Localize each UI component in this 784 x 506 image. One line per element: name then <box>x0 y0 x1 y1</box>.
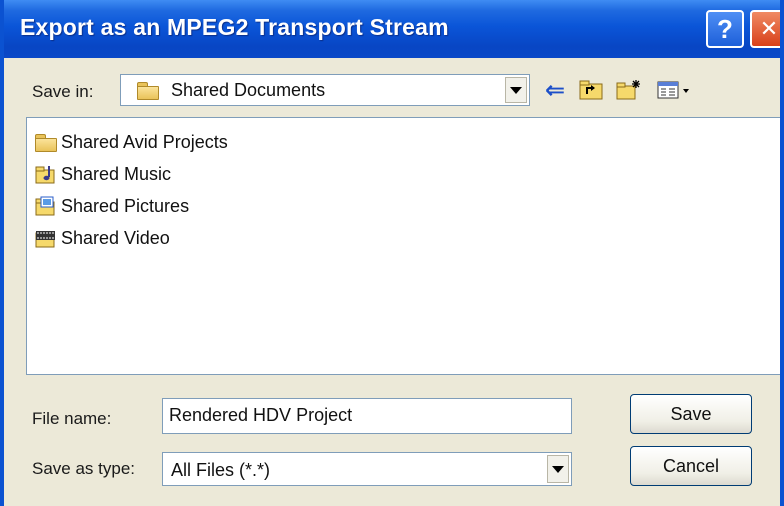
export-dialog: Export as an MPEG2 Transport Stream ? ✕ … <box>0 0 784 506</box>
file-name-value: Rendered HDV Project <box>169 405 353 425</box>
folder-icon <box>35 133 57 152</box>
close-icon: ✕ <box>759 16 779 41</box>
list-item[interactable]: Shared Avid Projects <box>35 129 228 155</box>
music-folder-icon <box>35 164 57 184</box>
title-bar[interactable]: Export as an MPEG2 Transport Stream ? ✕ <box>4 0 780 58</box>
cancel-button[interactable]: Cancel <box>630 446 752 486</box>
save-button[interactable]: Save <box>630 394 752 434</box>
list-item[interactable]: Shared Music <box>35 161 171 187</box>
chevron-down-icon[interactable] <box>547 455 569 483</box>
folder-icon <box>137 82 159 100</box>
chevron-down-icon[interactable] <box>505 77 527 103</box>
view-menu-icon[interactable] <box>656 77 692 103</box>
up-folder-icon[interactable] <box>578 77 604 103</box>
file-name-label: File name: <box>32 409 112 428</box>
save-in-label: Save in: <box>32 82 94 101</box>
save-as-type-dropdown[interactable]: All Files (*.*) <box>162 452 572 486</box>
save-in-dropdown[interactable]: Shared Documents <box>120 74 530 106</box>
save-as-type-label: Save as type: <box>32 459 136 478</box>
back-arrow-icon[interactable]: ⇐ <box>542 77 568 104</box>
new-folder-icon[interactable] <box>616 77 642 103</box>
save-in-value: Shared Documents <box>171 80 326 100</box>
list-item[interactable]: Shared Pictures <box>35 193 189 219</box>
file-list[interactable]: Shared Avid Projects Shared Music Shared… <box>26 117 780 375</box>
save-as-type-value: All Files (*.*) <box>171 460 271 480</box>
help-button[interactable]: ? <box>706 10 744 48</box>
list-item[interactable]: Shared Video <box>35 225 170 251</box>
help-icon: ? <box>717 13 733 44</box>
file-name-input[interactable]: Rendered HDV Project <box>162 398 572 434</box>
pictures-folder-icon <box>35 196 57 216</box>
close-button[interactable]: ✕ <box>750 10 780 48</box>
video-folder-icon <box>35 228 57 248</box>
window-title: Export as an MPEG2 Transport Stream <box>20 14 449 40</box>
